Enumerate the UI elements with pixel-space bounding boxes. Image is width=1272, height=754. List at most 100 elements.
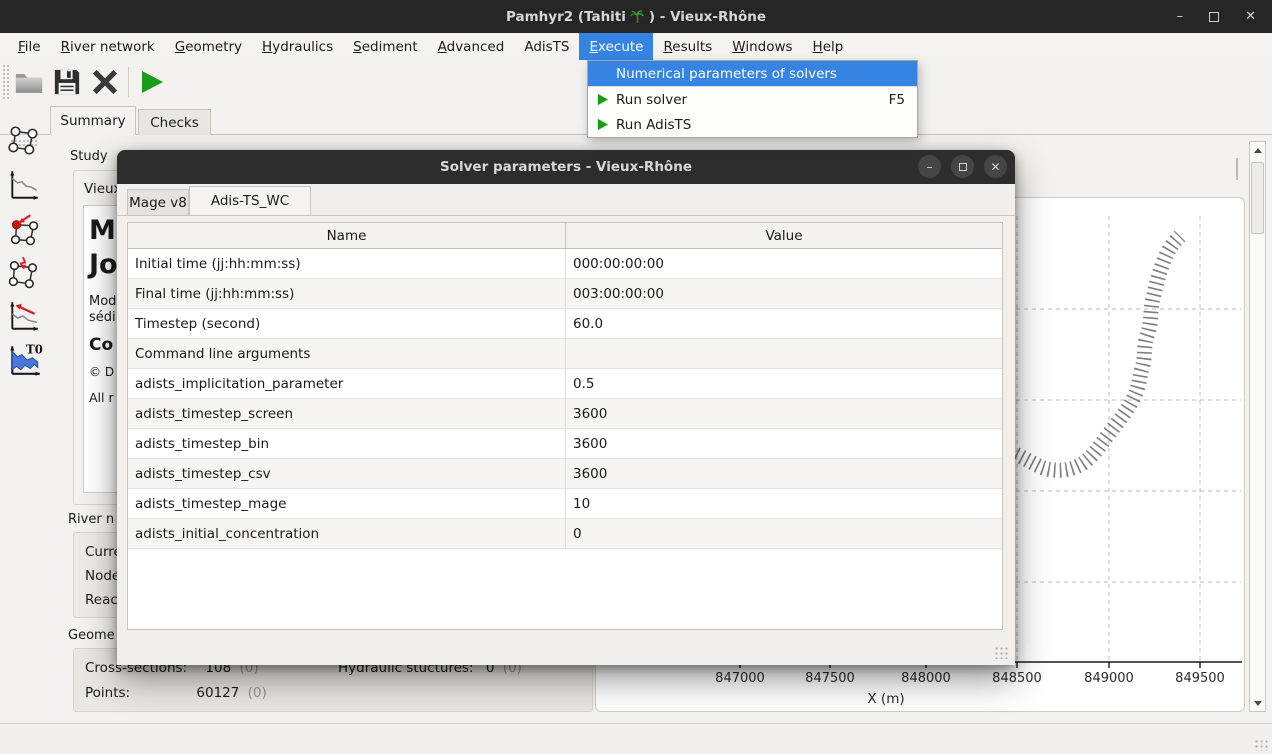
- tool-reach-edit-button[interactable]: [7, 255, 41, 293]
- river-network-group-label: River n: [68, 512, 114, 527]
- x-axis-label: X (m): [867, 691, 904, 707]
- dialog-tab-adis-ts-wc[interactable]: Adis-TS_WC: [189, 186, 311, 215]
- network-node-select-icon: [7, 212, 41, 246]
- table-body: Initial time (jj:hh:mm:ss) 000:00:00:00 …: [128, 249, 1002, 549]
- open-folder-button[interactable]: [10, 63, 48, 101]
- status-bar: [0, 723, 1272, 754]
- study-name: Vieux: [84, 181, 122, 197]
- menu-results[interactable]: Results: [653, 33, 722, 60]
- tool-node-select-button[interactable]: [7, 212, 41, 250]
- tool-river-network-button[interactable]: [7, 123, 41, 161]
- tab-checks[interactable]: Checks: [138, 109, 211, 135]
- window-maximize-button[interactable]: [1209, 12, 1219, 22]
- profile-chart-icon: [7, 168, 41, 202]
- dialog-maximize-button[interactable]: [951, 155, 974, 178]
- run-play-icon: [596, 118, 609, 131]
- splitter-handle[interactable]: [1236, 158, 1238, 180]
- menu-sediment[interactable]: Sediment: [343, 33, 428, 60]
- menubar: File River network Geometry Hydraulics S…: [0, 33, 1272, 60]
- window-minimize-button[interactable]: –: [1177, 9, 1184, 24]
- value-column-header[interactable]: Value: [566, 223, 1002, 248]
- toolbar-separator: [128, 67, 129, 97]
- run-solver-button[interactable]: [133, 63, 171, 101]
- table-row[interactable]: adists_timestep_mage 10: [128, 489, 1002, 519]
- table-row[interactable]: Final time (jj:hh:mm:ss) 003:00:00:00: [128, 279, 1002, 309]
- x-tick-849500: 849500: [1175, 671, 1225, 686]
- menu-help[interactable]: Help: [803, 33, 854, 60]
- arrow-down-icon: [1254, 701, 1262, 706]
- points-value: 60127: [196, 685, 239, 701]
- x-tick-848000: 848000: [901, 671, 951, 686]
- window-close-button[interactable]: ✕: [1245, 9, 1256, 24]
- tool-initial-conditions-button[interactable]: T0: [7, 342, 43, 382]
- menu-hydraulics[interactable]: Hydraulics: [252, 33, 343, 60]
- palm-tree-icon: [630, 9, 645, 24]
- run-solver-shortcut: F5: [889, 92, 905, 108]
- menu-item-run-solver[interactable]: Run solver F5: [588, 87, 917, 112]
- delete-button[interactable]: [86, 63, 124, 101]
- dialog-tab-mage-v8[interactable]: Mage v8: [127, 189, 189, 215]
- scrollbar-thumb[interactable]: [1251, 162, 1264, 234]
- table-row[interactable]: adists_implicitation_parameter 0.5: [128, 369, 1002, 399]
- toolbar-drag-handle[interactable]: [2, 64, 10, 100]
- menu-item-numerical-parameters[interactable]: Numerical parameters of solvers: [588, 61, 917, 86]
- profile-edit-icon: [7, 299, 41, 333]
- dialog-tabstrip: Mage v8 Adis-TS_WC: [117, 184, 1015, 216]
- window-resize-grip[interactable]: [1254, 739, 1268, 751]
- nodes-label: Node: [85, 568, 120, 584]
- network-reach-edit-icon: [7, 255, 41, 289]
- tool-profile-chart-button[interactable]: [7, 168, 41, 206]
- x-tick-848500: 848500: [992, 671, 1042, 686]
- table-row[interactable]: Timestep (second) 60.0: [128, 309, 1002, 339]
- menu-windows[interactable]: Windows: [722, 33, 802, 60]
- menu-item-run-adists[interactable]: Run AdisTS: [588, 112, 917, 137]
- x-tick-847500: 847500: [805, 671, 855, 686]
- save-button[interactable]: [48, 63, 86, 101]
- points-extra: (0): [248, 685, 267, 701]
- window-title: Pamhyr2 (Tahiti ) - Vieux-Rhône: [506, 9, 766, 25]
- run-play-icon: [596, 93, 609, 106]
- points-label: Points:: [85, 685, 130, 701]
- open-folder-icon: [14, 69, 44, 95]
- dialog-minimize-button[interactable]: –: [918, 155, 941, 178]
- menu-adists[interactable]: AdisTS: [514, 33, 579, 60]
- initial-conditions-icon: T0: [7, 342, 43, 378]
- dialog-title: Solver parameters - Vieux-Rhône: [440, 159, 692, 175]
- menu-execute[interactable]: Execute: [579, 33, 653, 60]
- geometry-group-label: Geome: [68, 628, 115, 643]
- execute-menu-dropdown: Numerical parameters of solvers Run solv…: [587, 60, 918, 138]
- tool-profile-edit-button[interactable]: [7, 299, 41, 337]
- tab-summary[interactable]: Summary: [50, 106, 136, 135]
- study-group-label: Study: [70, 149, 108, 164]
- save-icon: [53, 68, 81, 96]
- dialog-tabstrip-rule: [117, 215, 1015, 216]
- reaches-label: Reac: [85, 592, 118, 608]
- table-row[interactable]: adists_timestep_csv 3600: [128, 459, 1002, 489]
- app-window: Pamhyr2 (Tahiti ) - Vieux-Rhône – ✕ File…: [0, 0, 1272, 754]
- table-row[interactable]: adists_timestep_screen 3600: [128, 399, 1002, 429]
- vertical-scrollbar[interactable]: [1249, 141, 1266, 712]
- menu-river-network[interactable]: River network: [51, 33, 165, 60]
- dialog-close-button[interactable]: ✕: [984, 155, 1007, 178]
- menu-advanced[interactable]: Advanced: [428, 33, 515, 60]
- t0-label: T0: [26, 343, 43, 357]
- name-column-header[interactable]: Name: [128, 223, 566, 248]
- dialog-titlebar[interactable]: Solver parameters - Vieux-Rhône – ✕: [117, 150, 1015, 184]
- solver-parameters-table: Name Value Initial time (jj:hh:mm:ss) 00…: [127, 222, 1003, 630]
- window-titlebar[interactable]: Pamhyr2 (Tahiti ) - Vieux-Rhône – ✕: [0, 0, 1272, 33]
- maximize-square-icon: [959, 163, 967, 171]
- table-row[interactable]: adists_initial_concentration 0: [128, 519, 1002, 549]
- menu-geometry[interactable]: Geometry: [165, 33, 252, 60]
- table-row[interactable]: Command line arguments: [128, 339, 1002, 369]
- solver-parameters-dialog: Solver parameters - Vieux-Rhône – ✕ Mage…: [117, 150, 1015, 665]
- scroll-up-button[interactable]: [1250, 142, 1265, 158]
- table-header-row: Name Value: [128, 223, 1002, 249]
- x-tick-849000: 849000: [1084, 671, 1134, 686]
- table-row[interactable]: Initial time (jj:hh:mm:ss) 000:00:00:00: [128, 249, 1002, 279]
- river-reach-band: [994, 236, 1180, 470]
- run-play-icon: [138, 68, 166, 96]
- table-row[interactable]: adists_timestep_bin 3600: [128, 429, 1002, 459]
- menu-file[interactable]: File: [8, 33, 51, 60]
- dialog-resize-grip[interactable]: [994, 646, 1009, 659]
- scroll-down-button[interactable]: [1250, 695, 1265, 711]
